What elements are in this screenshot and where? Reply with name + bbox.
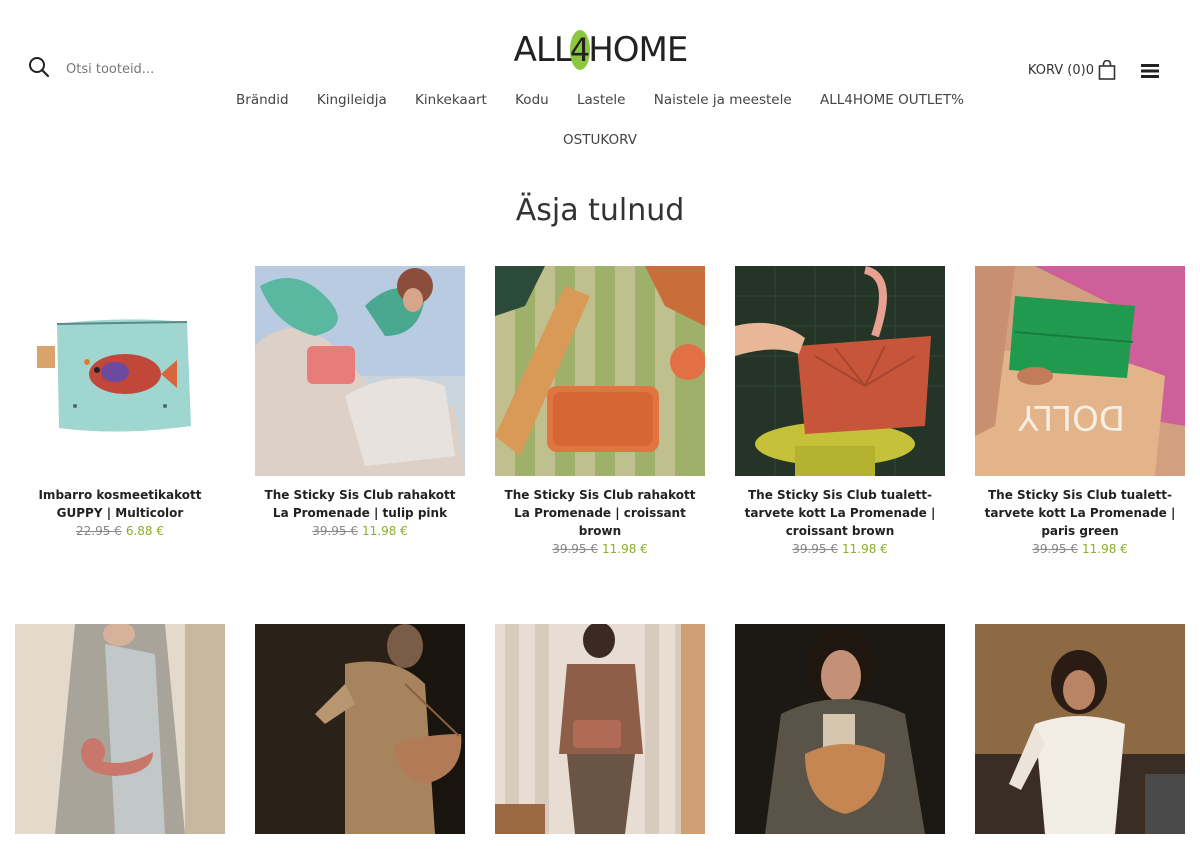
cart-link[interactable]: KORV (0)0 [1028, 60, 1116, 80]
old-price: 39.95 € [552, 542, 598, 556]
product-card[interactable]: DOLLY The Sticky Sis Club tualett-tarvet… [975, 266, 1185, 558]
product-image[interactable] [15, 624, 225, 834]
nav-item-kodu[interactable]: Kodu [515, 92, 549, 108]
product-image[interactable] [255, 624, 465, 834]
section-title: Äsja tulnud [515, 193, 685, 228]
shopping-bag-icon [1098, 60, 1116, 80]
sale-price: 11.98 € [362, 524, 408, 538]
product-name[interactable]: The Sticky Sis Club rahakott La Promenad… [495, 486, 705, 540]
search-input[interactable] [66, 58, 286, 80]
old-price: 39.95 € [312, 524, 358, 538]
nav-item-kingileidja[interactable]: Kingileidja [317, 92, 387, 108]
svg-text:DOLLY: DOLLY [1018, 397, 1125, 437]
hamburger-menu-icon[interactable] [1140, 62, 1160, 80]
cart-label: KORV (0)0 [1027, 62, 1094, 78]
product-name[interactable]: Imbarro kosmeetikakott GUPPY | Multicolo… [15, 486, 225, 522]
old-price: 39.95 € [792, 542, 838, 556]
nav-item-outlet[interactable]: ALL4HOME OUTLET% [820, 92, 964, 108]
product-price: 39.95 € 11.98 € [255, 522, 465, 540]
product-card[interactable] [975, 624, 1185, 834]
product-price: 22.95 €6.88 € [15, 522, 225, 540]
old-price: 22.95 € [76, 524, 122, 538]
nav-item-ostukorv[interactable]: OSTUKORV [563, 132, 637, 148]
sale-price: 11.98 € [602, 542, 648, 556]
product-image[interactable] [735, 266, 945, 476]
product-card[interactable]: Imbarro kosmeetikakott GUPPY | Multicolo… [15, 266, 225, 540]
product-price: 39.95 € 11.98 € [735, 540, 945, 558]
sale-price: 11.98 € [842, 542, 888, 556]
product-card[interactable] [15, 624, 225, 834]
product-card[interactable] [495, 624, 705, 834]
product-card[interactable] [255, 624, 465, 834]
secondary-nav: OSTUKORV [0, 132, 1200, 148]
product-price: 39.95 € 11.98 € [975, 540, 1185, 558]
product-card[interactable] [735, 624, 945, 834]
product-image[interactable]: DOLLY [975, 266, 1185, 476]
product-image[interactable] [735, 624, 945, 834]
search-icon[interactable] [28, 56, 50, 78]
product-image[interactable] [255, 266, 465, 476]
nav-item-naistele-ja-meestele[interactable]: Naistele ja meestele [654, 92, 792, 108]
nav-item-brandid[interactable]: Brändid [236, 92, 289, 108]
nav-item-lastele[interactable]: Lastele [577, 92, 625, 108]
product-card[interactable]: The Sticky Sis Club rahakott La Promenad… [255, 266, 465, 540]
site-logo[interactable]: ALL 4 HOME [514, 26, 688, 74]
sale-price: 11.98 € [1082, 542, 1128, 556]
nav-item-kinkekaart[interactable]: Kinkekaart [415, 92, 487, 108]
product-name[interactable]: The Sticky Sis Club tualett-tarvete kott… [735, 486, 945, 540]
product-image[interactable] [15, 266, 225, 476]
main-nav: Brändid Kingileidja Kinkekaart Kodu Last… [0, 92, 1200, 108]
product-image[interactable] [495, 624, 705, 834]
sale-price: 6.88 € [125, 524, 164, 538]
product-image[interactable] [495, 266, 705, 476]
product-image[interactable] [975, 624, 1185, 834]
product-name[interactable]: The Sticky Sis Club tualett-tarvete kott… [975, 486, 1185, 540]
product-card[interactable]: The Sticky Sis Club tualett-tarvete kott… [735, 266, 945, 558]
old-price: 39.95 € [1032, 542, 1078, 556]
product-price: 39.95 € 11.98 € [495, 540, 705, 558]
product-card[interactable]: The Sticky Sis Club rahakott La Promenad… [495, 266, 705, 558]
product-name[interactable]: The Sticky Sis Club rahakott La Promenad… [255, 486, 465, 522]
